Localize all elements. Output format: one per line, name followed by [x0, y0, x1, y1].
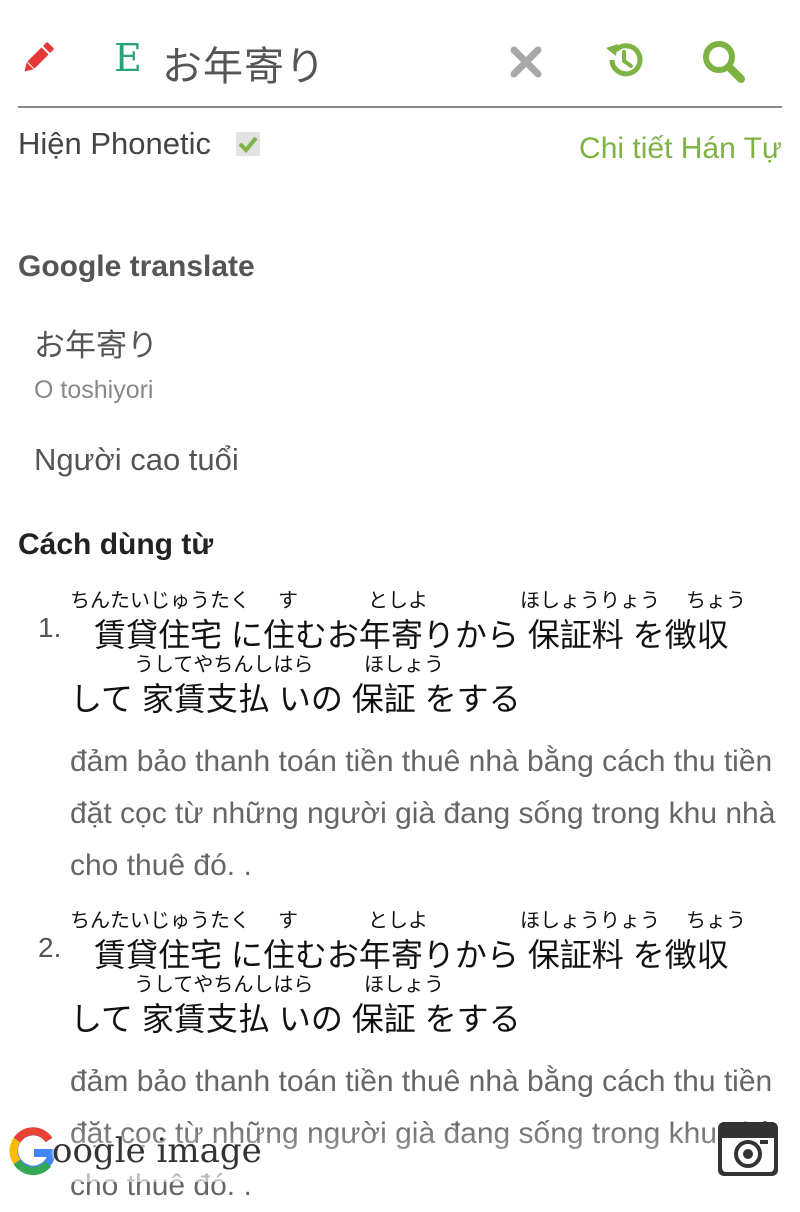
- check-icon: [238, 136, 258, 153]
- example-jp-line2: して 家賃支払 いの 保証 をする: [70, 1001, 521, 1037]
- translate-source: お年寄り: [34, 328, 158, 363]
- furigana: としよ: [368, 910, 428, 932]
- example-number: 1.: [38, 612, 62, 643]
- furigana: ほしょう: [364, 974, 444, 996]
- furigana: ほしょう: [364, 654, 444, 676]
- translate-result: Người cao tuổi: [34, 442, 239, 477]
- pencil-icon[interactable]: [18, 38, 58, 78]
- google-g-icon: [9, 1127, 57, 1176]
- phonetic-label: Hiện Phonetic: [18, 126, 212, 161]
- furigana: うしてやちんしはら: [134, 974, 314, 996]
- furigana: ちんたいじゅうたく: [70, 910, 250, 932]
- furigana: ちんたいじゅうたく: [70, 590, 250, 612]
- furigana: す: [278, 590, 298, 612]
- search-icon[interactable]: [700, 38, 746, 84]
- lang-e-icon[interactable]: E: [108, 36, 148, 80]
- furigana: す: [278, 910, 298, 932]
- search-input[interactable]: お年寄り: [162, 34, 326, 92]
- clear-icon[interactable]: [508, 44, 544, 80]
- google-image-button[interactable]: oogle image: [8, 1124, 262, 1178]
- usage-title: Cách dùng từ: [18, 528, 214, 561]
- kanji-detail-link[interactable]: Chi tiết Hán Tự: [579, 132, 782, 166]
- translate-romaji: O toshiyori: [34, 376, 154, 404]
- furigana: としよ: [368, 590, 428, 612]
- google-translate-title: Google translate: [18, 250, 255, 283]
- camera-icon[interactable]: [716, 1120, 780, 1178]
- example-number: 2.: [38, 932, 62, 963]
- history-icon[interactable]: [602, 38, 646, 82]
- furigana: うしてやちんしはら: [134, 654, 314, 676]
- furigana: ちょう: [686, 590, 746, 612]
- furigana: ちょう: [686, 910, 746, 932]
- example-translation: đảm bảo thanh toán tiền thuê nhà bằng cá…: [70, 745, 776, 882]
- google-image-label: oogle image: [52, 1131, 262, 1171]
- furigana: ほしょうりょう: [520, 910, 660, 932]
- example-jp-line2: して 家賃支払 いの 保証 をする: [70, 681, 521, 717]
- phonetic-checkbox[interactable]: [236, 132, 260, 156]
- furigana: ほしょうりょう: [520, 590, 660, 612]
